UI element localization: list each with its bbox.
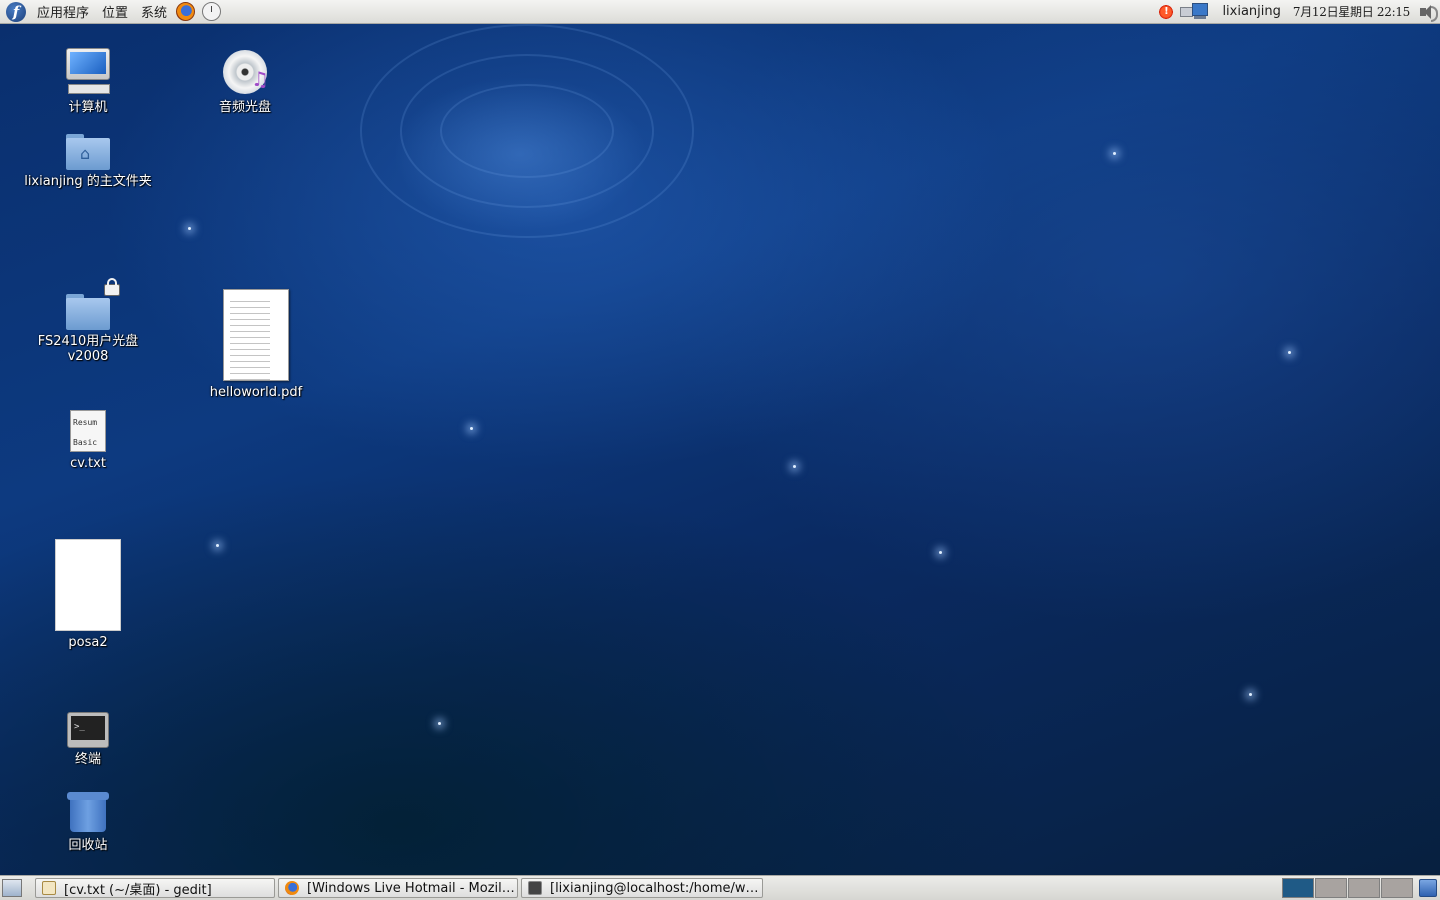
text-file-icon: Resum Basic	[70, 410, 106, 452]
desktop-icon-label: posa2	[68, 635, 108, 650]
desktop-icon-terminal[interactable]: >_ 终端	[13, 708, 163, 767]
volume-icon[interactable]	[1418, 3, 1438, 22]
firefox-icon	[285, 881, 299, 895]
workspace-4[interactable]	[1381, 878, 1413, 898]
desktop-icon-home-folder[interactable]: ⌂ lixianjing 的主文件夹	[13, 128, 163, 189]
clock[interactable]: 7月12日星期日 22:15	[1293, 3, 1410, 20]
file-preview-line: Resum	[73, 418, 98, 427]
blank-document-icon	[55, 539, 121, 631]
taskbar-button-firefox[interactable]: [Windows Live Hotmail - Mozill…	[278, 878, 518, 898]
desktop-icon-trash[interactable]: 回收站	[13, 790, 163, 853]
desktop-icon-label: 音频光盘	[218, 100, 271, 115]
top-panel: f 应用程序 位置 系统 ! lixianjing 7月12日星期日 22:15	[0, 0, 1440, 24]
wallpaper-star	[793, 465, 796, 468]
desktop[interactable]: 计算机 ⌂ lixianjing 的主文件夹 FS2410用户光盘 v2008 …	[0, 24, 1440, 875]
network-icon[interactable]	[1180, 2, 1210, 21]
desktop-icon-label: v2008	[67, 349, 109, 364]
clock-mail-launcher-icon[interactable]	[202, 2, 222, 21]
wallpaper-star	[1113, 152, 1116, 155]
wallpaper-star	[1249, 693, 1252, 696]
wallpaper-star	[1288, 351, 1291, 354]
desktop-icon-label: 终端	[74, 752, 101, 767]
taskbar-button-label: [cv.txt (~/桌面) - gedit]	[64, 882, 212, 898]
terminal-prompt: >_	[71, 716, 105, 740]
desktop-icon-label: lixianjing 的主文件夹	[24, 174, 152, 189]
taskbar-button-gedit[interactable]: [cv.txt (~/桌面) - gedit]	[35, 878, 275, 898]
notification-area: ! lixianjing 7月12日星期日 22:15	[1158, 0, 1440, 23]
bottom-panel: [cv.txt (~/桌面) - gedit] [Windows Live Ho…	[0, 875, 1440, 900]
gedit-icon	[42, 881, 56, 895]
system-menu[interactable]: 系统	[139, 0, 169, 23]
desktop-icon-user-cd[interactable]: FS2410用户光盘 v2008	[13, 278, 163, 364]
show-desktop-icon[interactable]	[2, 879, 22, 897]
locked-folder-icon	[66, 278, 120, 330]
desktop-icon-label: helloworld.pdf	[209, 385, 303, 400]
desktop-icon-label: 计算机	[68, 100, 108, 115]
wallpaper-star	[939, 551, 942, 554]
desktop-icon-label: 回收站	[68, 838, 108, 853]
lock-icon	[104, 278, 120, 296]
wallpaper-star	[216, 544, 219, 547]
terminal-icon	[528, 881, 542, 895]
places-menu[interactable]: 位置	[100, 0, 130, 23]
user-switcher[interactable]: lixianjing	[1222, 4, 1280, 19]
fedora-logo-icon[interactable]: f	[6, 1, 26, 22]
wallpaper-star	[470, 427, 473, 430]
workspace-switcher	[1282, 878, 1414, 898]
computer-icon	[64, 48, 112, 96]
desktop-icon-label: cv.txt	[70, 456, 106, 471]
desktop-icon-computer[interactable]: 计算机	[13, 48, 163, 115]
terminal-icon: >_	[67, 712, 109, 748]
trash-applet-icon[interactable]	[1419, 879, 1437, 897]
applications-menu[interactable]: 应用程序	[35, 0, 91, 23]
wallpaper-star	[438, 722, 441, 725]
firefox-launcher-icon[interactable]	[176, 2, 196, 21]
wallpaper-star	[188, 227, 191, 230]
file-preview-line: Basic	[73, 438, 98, 447]
taskbar-button-terminal[interactable]: [lixianjing@localhost:/home/w…	[521, 878, 763, 898]
taskbar-button-label: [lixianjing@localhost:/home/w…	[550, 880, 759, 896]
trash-icon	[67, 790, 109, 834]
pdf-file-icon	[223, 289, 289, 381]
desktop-icon-helloworld-pdf[interactable]: helloworld.pdf	[181, 289, 331, 400]
desktop-icon-posa2[interactable]: posa2	[13, 539, 163, 650]
workspace-3[interactable]	[1348, 878, 1380, 898]
wallpaper-swirl	[360, 24, 694, 238]
workspace-1[interactable]	[1282, 878, 1314, 898]
desktop-icon-cv-txt[interactable]: Resum Basic cv.txt	[13, 410, 163, 471]
desktop-icon-audio-cd[interactable]: ♫ 音频光盘	[170, 48, 320, 115]
taskbar-button-label: [Windows Live Hotmail - Mozill…	[307, 880, 517, 896]
desktop-icon-label: FS2410用户光盘	[37, 334, 139, 349]
workspace-2[interactable]	[1315, 878, 1347, 898]
update-notifier-icon[interactable]: !	[1158, 3, 1175, 20]
home-folder-icon: ⌂	[66, 134, 110, 170]
audio-cd-icon: ♫	[221, 48, 269, 96]
